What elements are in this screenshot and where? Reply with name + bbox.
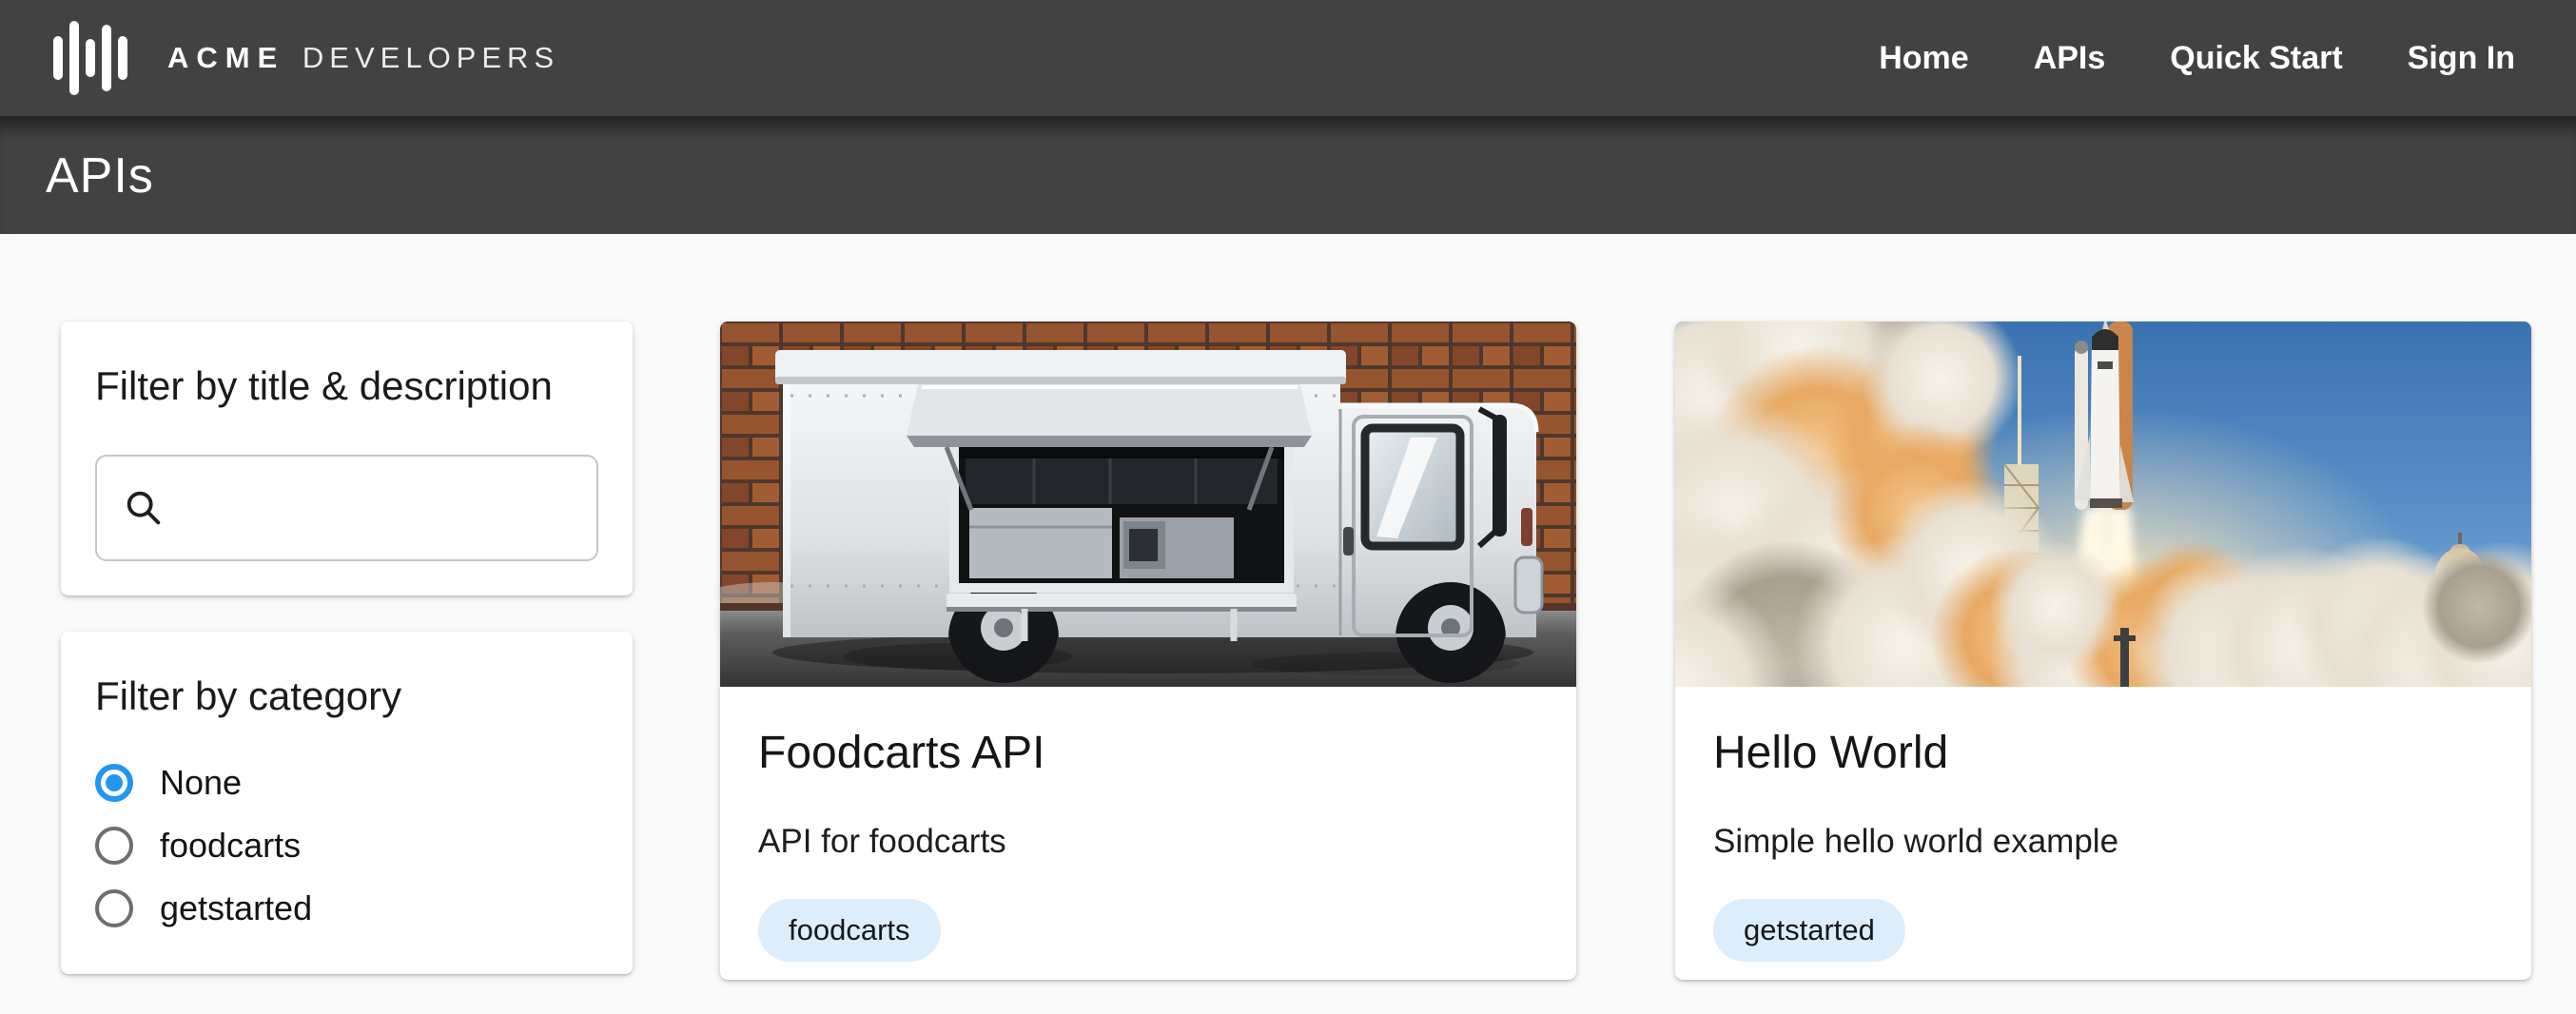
brand-suffix: DEVELOPERS [302, 41, 559, 74]
api-card-body: Hello World Simple hello world example g… [1675, 687, 2531, 962]
radio-icon[interactable] [95, 889, 133, 927]
api-card-body: Foodcarts API API for foodcarts foodcart… [720, 687, 1576, 962]
food-truck-image [720, 322, 1576, 687]
brand-name: ACME [167, 41, 284, 74]
rocket-launch-image [1675, 322, 2531, 687]
search-input[interactable] [183, 488, 625, 528]
nav-links: Home APIs Quick Start Sign In [1814, 40, 2515, 77]
category-radio-group: None foodcarts getstarted [95, 751, 598, 940]
radio-label: None [160, 763, 242, 803]
api-title: Hello World [1713, 727, 2493, 779]
category-filter-card: Filter by category None foodcarts getsta… [61, 632, 633, 974]
brand-logo-icon [53, 18, 127, 98]
filters-sidebar: Filter by title & description Filter by … [61, 322, 633, 980]
nav-link-apis[interactable]: APIs [2034, 40, 2106, 77]
radio-option-foodcarts[interactable]: foodcarts [95, 814, 598, 877]
title-filter-card: Filter by title & description [61, 322, 633, 595]
radio-label: foodcarts [160, 826, 301, 866]
search-icon [122, 486, 166, 530]
nav-link-sign-in[interactable]: Sign In [2408, 40, 2515, 77]
api-cards-grid: Foodcarts API API for foodcarts foodcart… [720, 322, 2531, 980]
category-filter-heading: Filter by category [95, 673, 598, 719]
radio-icon[interactable] [95, 827, 133, 865]
nav-link-quick-start[interactable]: Quick Start [2170, 40, 2342, 77]
brand[interactable]: ACME DEVELOPERS [53, 18, 559, 98]
search-box[interactable] [95, 455, 598, 561]
api-card-hello-world[interactable]: Hello World Simple hello world example g… [1675, 322, 2531, 980]
page-title: APIs [46, 147, 154, 205]
page-header: APIs [0, 116, 2576, 234]
nav-link-home[interactable]: Home [1879, 40, 1968, 77]
main-content: Filter by title & description Filter by … [0, 234, 2576, 980]
api-title: Foodcarts API [758, 727, 1538, 779]
category-chip: foodcarts [758, 899, 941, 962]
api-description: API for foodcarts [758, 823, 1538, 861]
api-card-foodcarts[interactable]: Foodcarts API API for foodcarts foodcart… [720, 322, 1576, 980]
top-navbar: ACME DEVELOPERS Home APIs Quick Start Si… [0, 0, 2576, 116]
api-description: Simple hello world example [1713, 823, 2493, 861]
radio-icon[interactable] [95, 764, 133, 802]
title-filter-heading: Filter by title & description [95, 363, 598, 409]
radio-option-none[interactable]: None [95, 751, 598, 814]
radio-label: getstarted [160, 888, 312, 928]
brand-text: ACME DEVELOPERS [167, 41, 559, 75]
radio-option-getstarted[interactable]: getstarted [95, 877, 598, 940]
category-chip: getstarted [1713, 899, 1905, 962]
